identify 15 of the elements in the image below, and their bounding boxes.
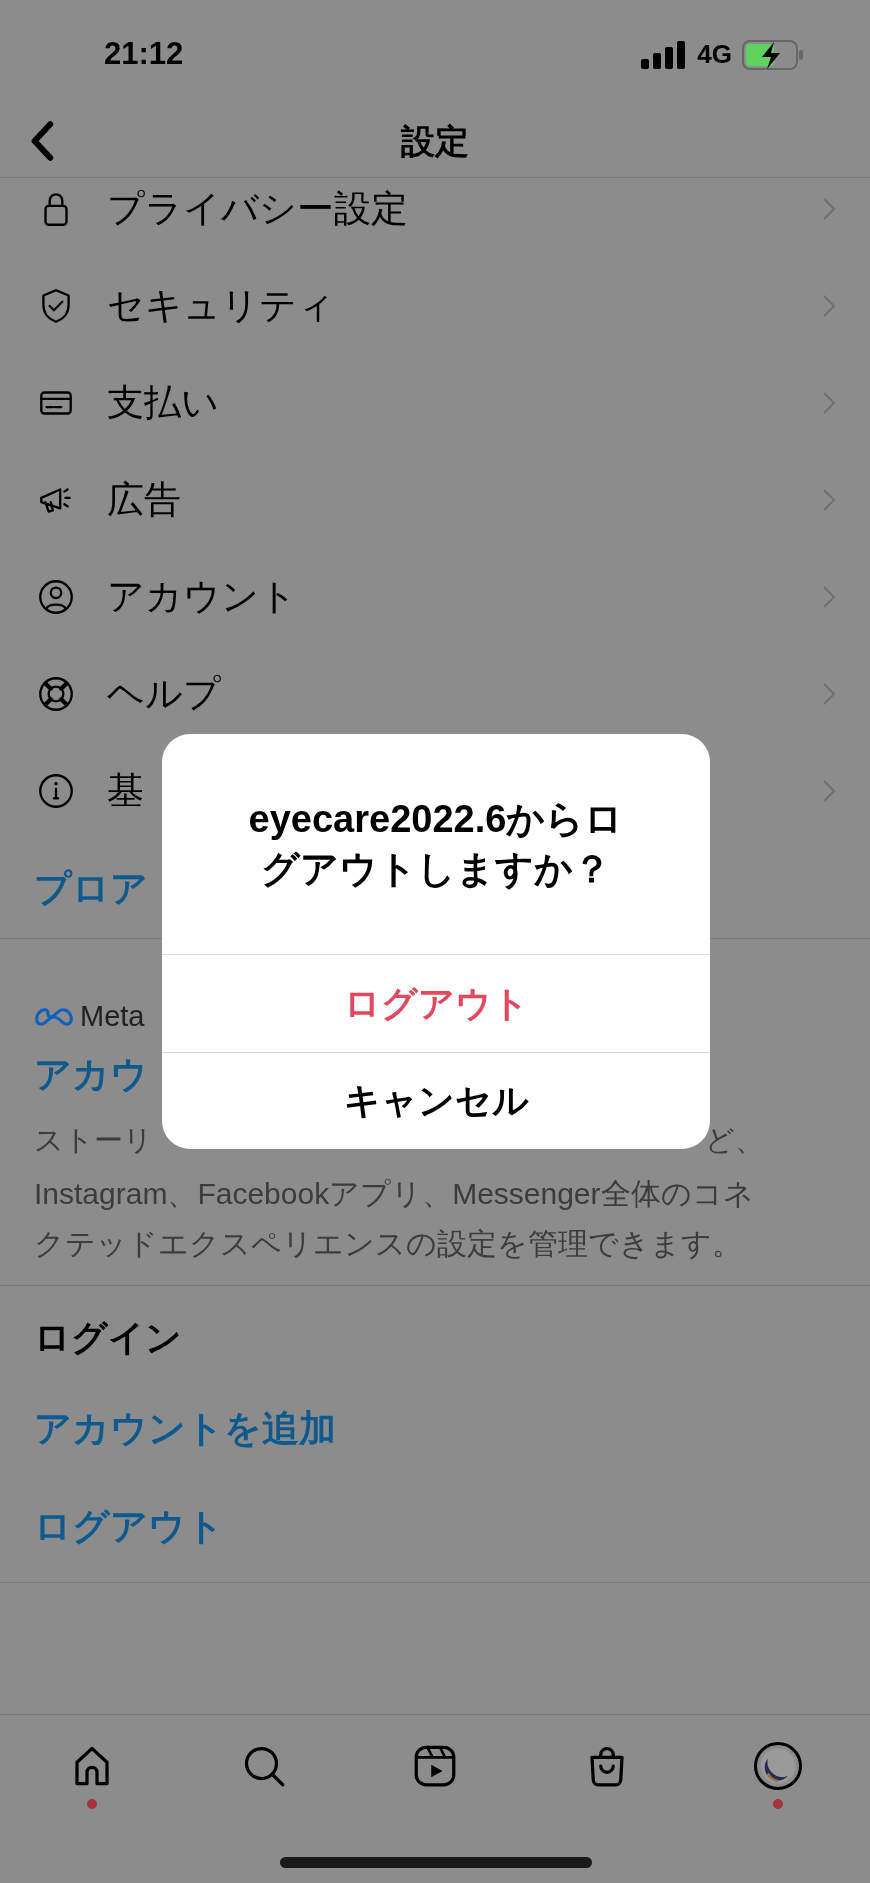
settings-label: プライバシー設定 [107,186,409,231]
section-heading: ログイン [34,1316,182,1360]
settings-label: 広告 [107,477,182,522]
settings-label: アカウント [107,574,298,619]
settings-label: 基 [107,768,145,813]
meta-brand: Meta [80,999,145,1035]
status-time: 21:12 [104,35,184,74]
dialog-message: eyecare2022.6からログアウトしますか？ [247,797,625,892]
description-text: ストーリ [34,1123,153,1159]
settings-label: ヘルプ [107,671,222,716]
network-label: 4G [697,38,732,71]
page-title: 設定 [401,120,469,162]
settings-label: 支払い [107,380,220,425]
settings-label: セキュリティ [107,283,336,328]
description-text: Instagram、Facebookアプリ、Messenger全体のコネクテッドエクスペリエンスの設定を管理できます。 [34,1176,754,1262]
